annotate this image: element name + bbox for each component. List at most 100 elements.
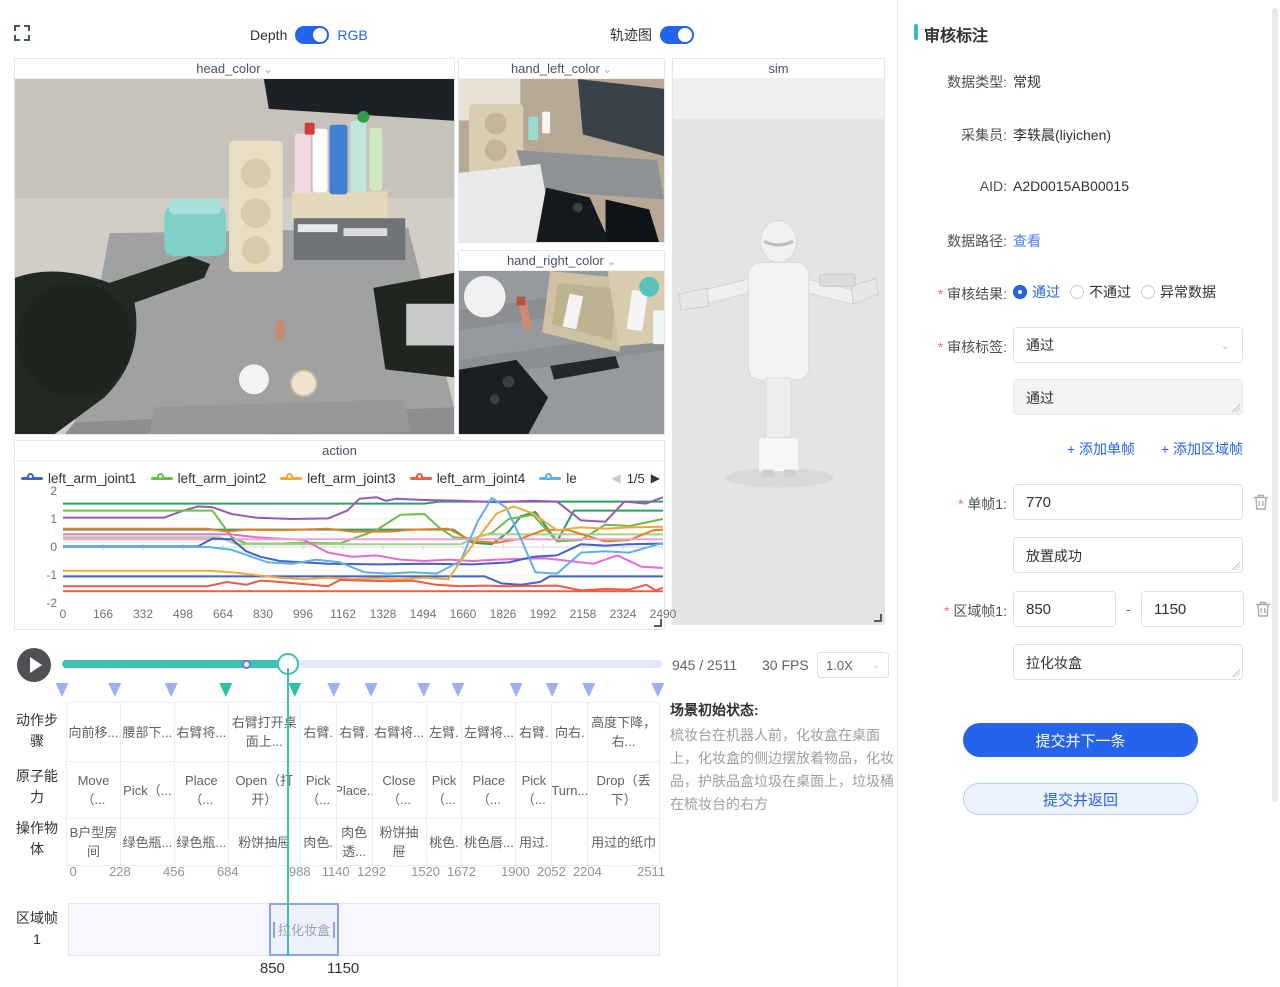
resize-handle[interactable]: [874, 614, 882, 622]
timeline-marker-icon[interactable]: [510, 683, 523, 697]
speed-select[interactable]: 1.0X ⌄: [817, 652, 889, 678]
operate-object-cell[interactable]: 用过.: [515, 819, 551, 865]
steps-axis-label: 1900: [501, 864, 530, 879]
legend-prev-icon[interactable]: ◀: [611, 471, 620, 485]
tag-select[interactable]: 通过 ⌄: [1013, 327, 1243, 363]
timeline-marker-icon[interactable]: [582, 683, 595, 697]
resize-grip-icon[interactable]: [1232, 404, 1240, 412]
timeline-marker-icon[interactable]: [165, 683, 178, 697]
resize-handle[interactable]: [654, 619, 662, 627]
atomic-ability-cell[interactable]: Move（...: [66, 762, 120, 818]
hand-right-color-video: [459, 271, 664, 434]
add-region-frame-link[interactable]: + 添加区域帧: [1161, 441, 1243, 457]
region-end-input[interactable]: 1150: [1141, 591, 1244, 627]
trajectory-toggle[interactable]: [660, 26, 694, 44]
region-frame-track[interactable]: 拉化妆盒: [68, 903, 660, 956]
submit-back-button[interactable]: 提交并返回: [963, 783, 1198, 815]
timeline-marker-icon[interactable]: [417, 683, 430, 697]
hand-left-color-header[interactable]: hand_left_color⌄: [459, 59, 664, 79]
timeline-marker-icon[interactable]: [288, 683, 301, 697]
action-step-cell[interactable]: 左臂将...: [461, 703, 515, 761]
atomic-ability-cell[interactable]: Pick（...: [515, 762, 551, 818]
action-step-cell[interactable]: 向右.: [551, 703, 587, 761]
timeline-marker-icon[interactable]: [108, 683, 121, 697]
timeline-marker-icon[interactable]: [546, 683, 559, 697]
radio-icon[interactable]: [1141, 285, 1155, 299]
atomic-ability-cell[interactable]: Pick（...: [120, 762, 174, 818]
region-frame-segment[interactable]: 拉化妆盒: [269, 903, 340, 956]
legend-item[interactable]: left_arm_joint4: [410, 471, 526, 486]
atomic-ability-cell[interactable]: Place（...: [174, 762, 228, 818]
depth-rgb-toggle[interactable]: [295, 26, 329, 44]
region-frame-note-textarea[interactable]: 拉化妆盒: [1013, 644, 1243, 680]
radio-option-pass[interactable]: 通过: [1013, 282, 1060, 302]
fullscreen-icon[interactable]: [14, 25, 30, 41]
delete-region-frame-icon[interactable]: [1255, 600, 1271, 618]
operate-object-cell[interactable]: B户型房间: [66, 819, 120, 865]
playhead-line[interactable]: [287, 668, 289, 956]
atomic-ability-cell[interactable]: Pick（...: [300, 762, 336, 818]
resize-grip-icon[interactable]: [1232, 669, 1240, 677]
add-single-frame-link[interactable]: + 添加单帧: [1067, 441, 1135, 457]
operate-object-cell[interactable]: 绿色瓶...: [120, 819, 174, 865]
play-button[interactable]: [17, 648, 51, 682]
action-step-cell[interactable]: 高度下降，右...: [587, 703, 660, 761]
action-step-cell[interactable]: 腰部下...: [120, 703, 174, 761]
row-label-action-steps: 动作步骤: [14, 710, 60, 752]
data-path-view-link[interactable]: 查看: [1013, 231, 1041, 251]
timeline-marker-icon[interactable]: [219, 683, 232, 697]
action-step-cell[interactable]: 向前移...: [66, 703, 120, 761]
action-step-cell[interactable]: 右臂.: [515, 703, 551, 761]
atomic-ability-cell[interactable]: Pick（...: [426, 762, 462, 818]
single-frame-dot[interactable]: [242, 660, 251, 669]
timeline-marker-icon[interactable]: [56, 683, 69, 697]
timeline-marker-icon[interactable]: [452, 683, 465, 697]
atomic-ability-cell[interactable]: Turn...: [551, 762, 587, 818]
operate-object-cell[interactable]: 桃色唇...: [461, 819, 515, 865]
timeline-marker-icon[interactable]: [651, 683, 664, 697]
timeline-marker-icon[interactable]: [365, 683, 378, 697]
atomic-ability-cell[interactable]: Place..: [336, 762, 372, 818]
atomic-ability-cell[interactable]: Close（...: [372, 762, 426, 818]
action-step-cell[interactable]: 右臂.: [336, 703, 372, 761]
head-color-header[interactable]: head_color⌄: [15, 59, 454, 79]
single-frame-input[interactable]: 770: [1013, 484, 1243, 520]
radio-option-abnormal[interactable]: 异常数据: [1141, 282, 1216, 302]
operate-object-cell[interactable]: 粉饼抽屉: [372, 819, 426, 865]
segment-right-grip[interactable]: [333, 922, 335, 938]
operate-object-cell[interactable]: 绿色瓶...: [174, 819, 228, 865]
atomic-ability-cell[interactable]: Place（...: [461, 762, 515, 818]
data-type-value: 常规: [1013, 72, 1041, 92]
scrollbar[interactable]: [1272, 8, 1278, 802]
delete-single-frame-icon[interactable]: [1253, 493, 1269, 511]
radio-selected-icon[interactable]: [1013, 285, 1027, 299]
radio-option-fail[interactable]: 不通过: [1070, 282, 1131, 302]
operate-object-cell[interactable]: 桃色.: [426, 819, 462, 865]
single-frame-note-textarea[interactable]: 放置成功: [1013, 537, 1243, 573]
region-end-value: 1150: [1154, 601, 1186, 618]
legend-item[interactable]: left_arm_joint3: [280, 471, 396, 486]
resize-grip-icon[interactable]: [1232, 562, 1240, 570]
legend-item[interactable]: le: [539, 471, 577, 486]
legend-next-icon[interactable]: ▶: [651, 471, 660, 485]
action-chart-title: action: [15, 441, 664, 461]
action-step-cell[interactable]: 右臂将...: [372, 703, 426, 761]
timeline-slider[interactable]: [62, 660, 662, 668]
action-step-cell[interactable]: 左臂.: [426, 703, 462, 761]
action-step-cell[interactable]: 右臂.: [300, 703, 336, 761]
action-step-cell[interactable]: 右臂将...: [174, 703, 228, 761]
segment-left-grip[interactable]: [273, 922, 275, 938]
legend-item[interactable]: left_arm_joint2: [151, 471, 267, 486]
atomic-ability-cell[interactable]: Drop（丢下）: [587, 762, 660, 818]
submit-next-button[interactable]: 提交并下一条: [963, 723, 1198, 757]
operate-object-cell[interactable]: 肉色透...: [336, 819, 372, 865]
operate-object-cell[interactable]: [551, 819, 587, 865]
operate-object-cell[interactable]: 用过的纸巾: [587, 819, 660, 865]
timeline-marker-icon[interactable]: [327, 683, 340, 697]
radio-icon[interactable]: [1070, 285, 1084, 299]
region-start-input[interactable]: 850: [1013, 591, 1116, 627]
tag-note-textarea[interactable]: 通过: [1013, 379, 1243, 415]
operate-object-cell[interactable]: 肉色.: [300, 819, 336, 865]
tag-label: 审核标签:: [911, 337, 1007, 357]
hand-right-color-header[interactable]: hand_right_color⌄: [459, 251, 664, 271]
